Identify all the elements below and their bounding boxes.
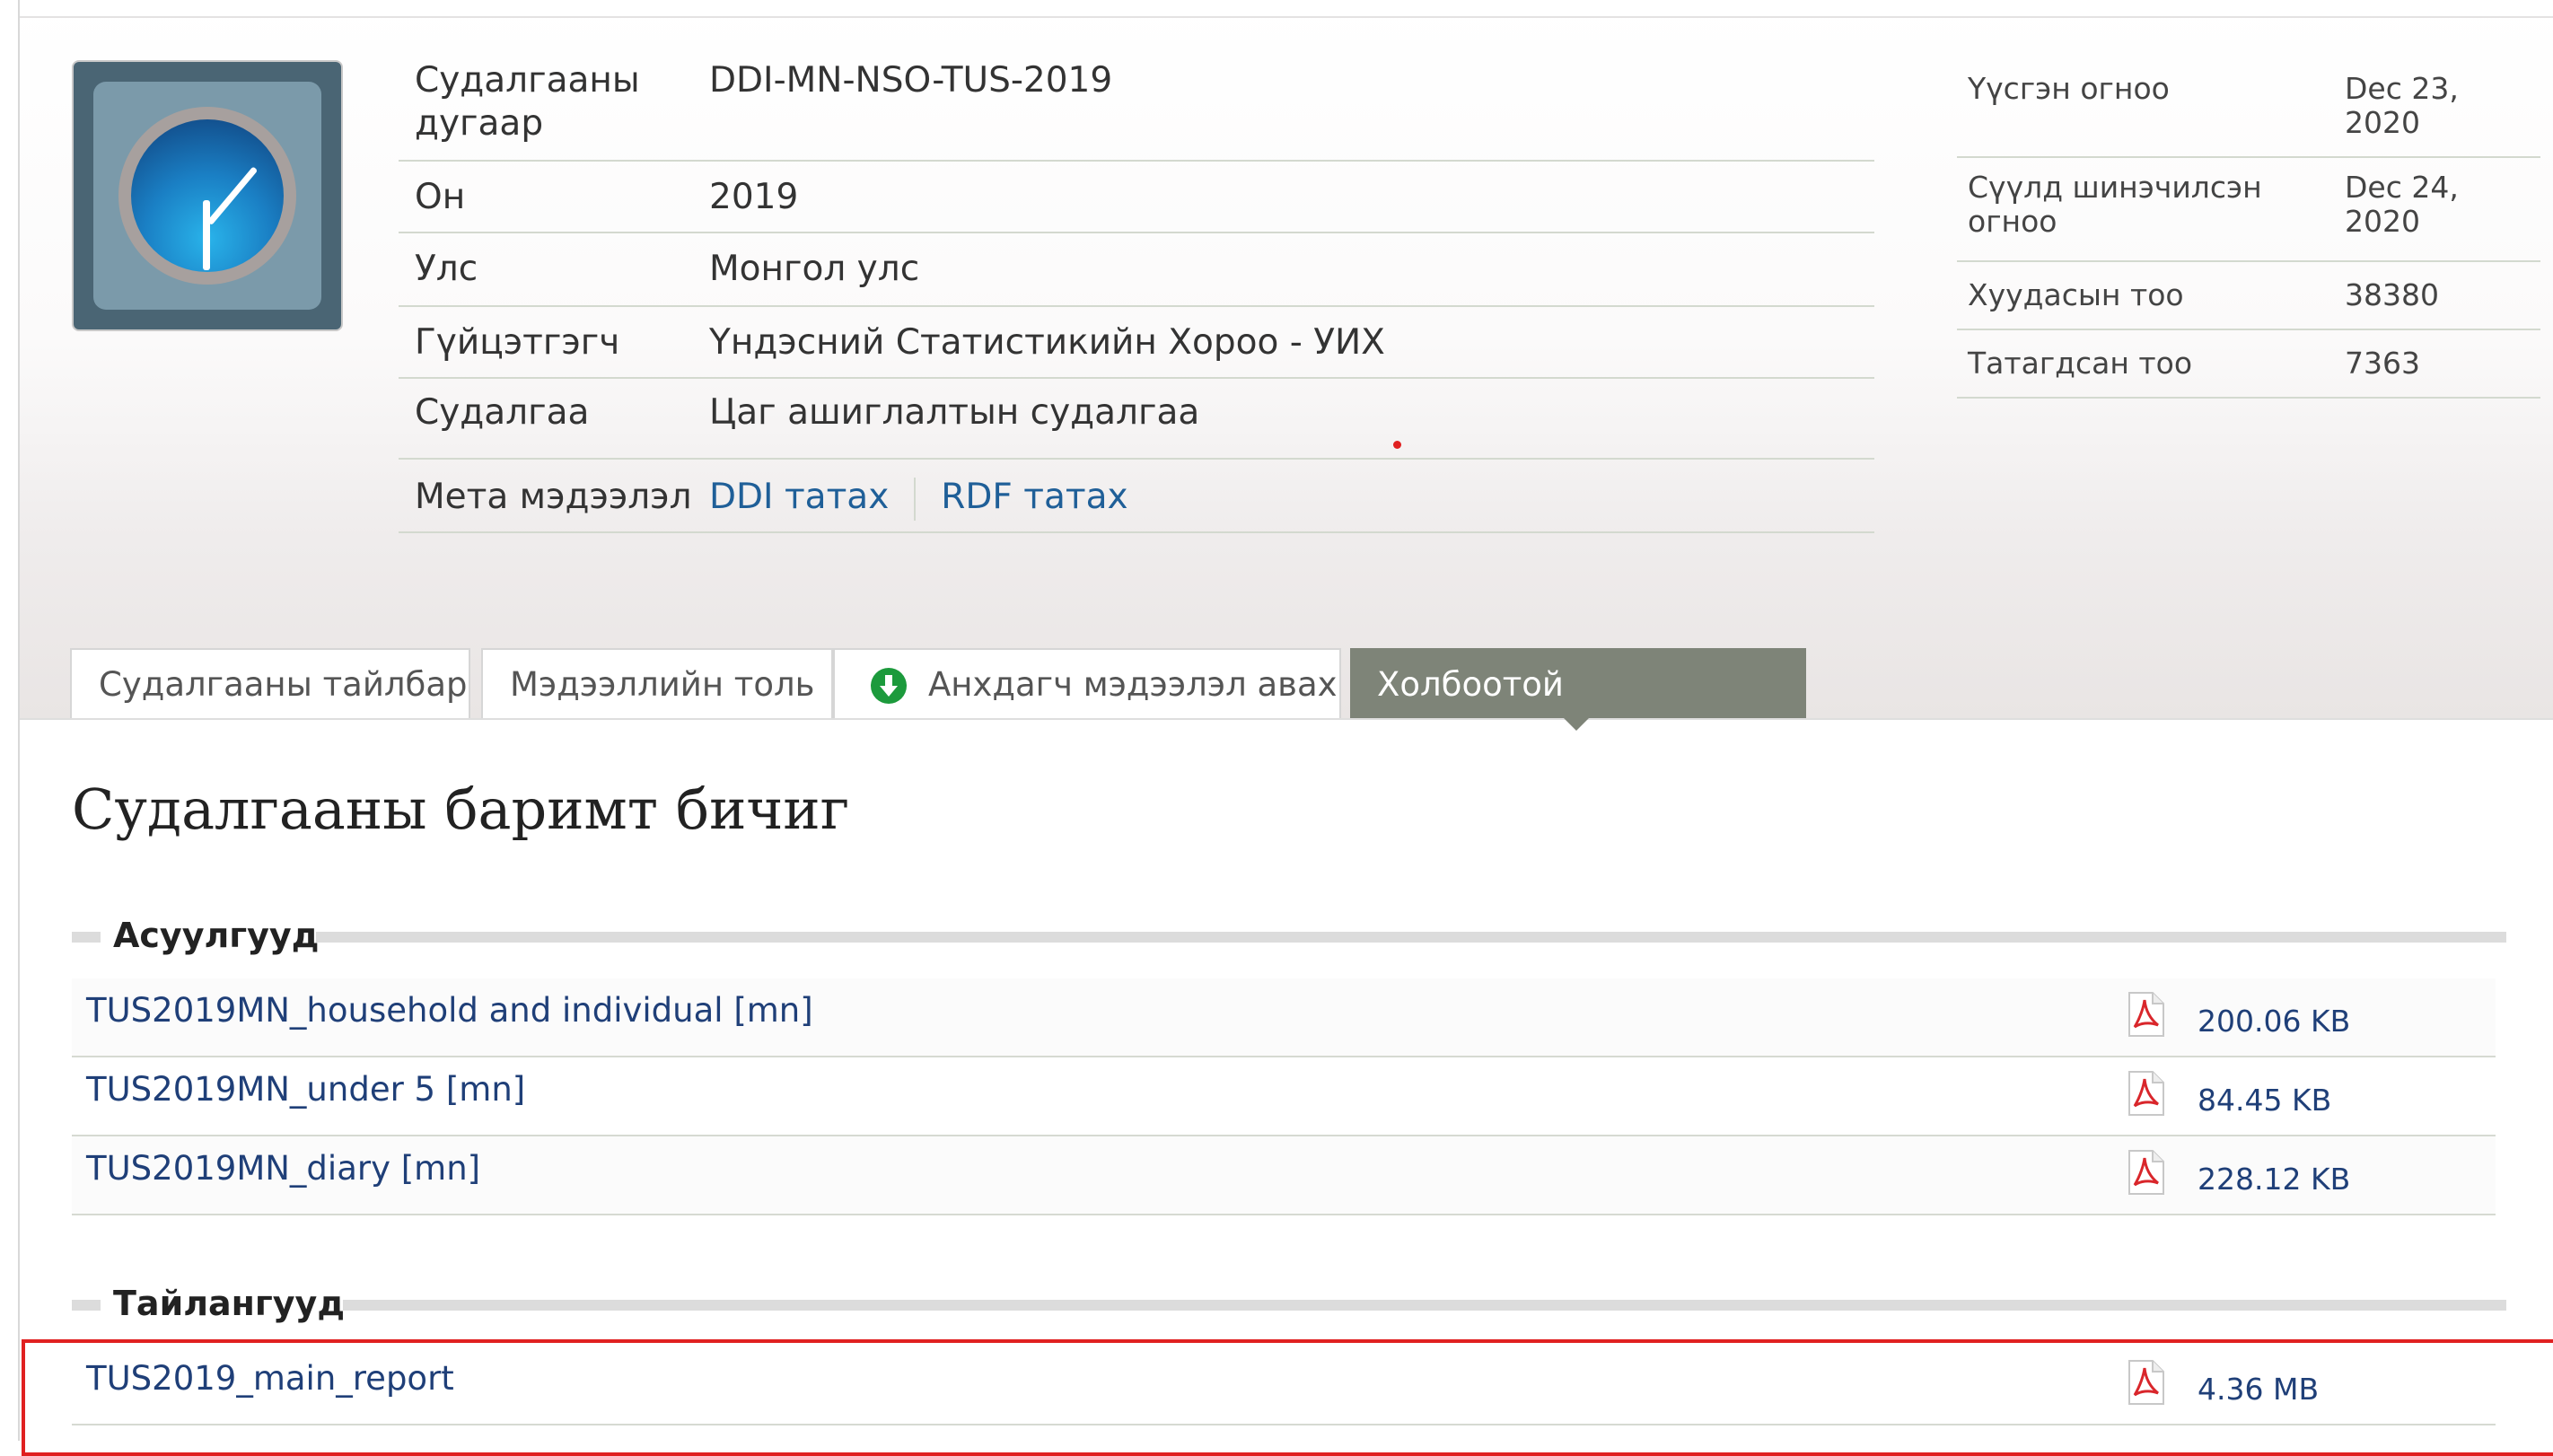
rdf-download-link[interactable]: RDF татах [941, 477, 1127, 517]
document-link[interactable]: TUS2019MN_under 5 [mn] [86, 1068, 525, 1111]
page-title: Судалгааны баримт бичиг [72, 776, 850, 842]
pdf-icon[interactable] [2124, 991, 2167, 1038]
file-size: 228.12 KB [2198, 1162, 2351, 1197]
stat-row-created: Үүсгэн огноо Dec 23, 2020 [1957, 65, 2540, 158]
document-row[interactable]: TUS2019MN_under 5 [mn] 84.45 KB [72, 1057, 2496, 1136]
survey-link[interactable]: Цаг ашиглалтын судалгаа [709, 391, 1199, 434]
study-thumbnail [72, 60, 343, 331]
meta-row-survey: Судалгаа Цаг ашиглалтын судалгаа [399, 379, 1874, 460]
ddi-download-link[interactable]: DDI татах [709, 477, 889, 517]
stat-row-updated: Сүүлд шинэчилсэн огноо Dec 24, 2020 [1957, 158, 2540, 262]
meta-label-country: Улс [415, 249, 478, 289]
stat-row-downloads: Татагдсан тоо 7363 [1957, 330, 2540, 399]
study-stats: Үүсгэн огноо Dec 23, 2020 Сүүлд шинэчилс… [1957, 65, 2540, 399]
meta-row-producer: Гүйцэтгэгч Үндэсний Статистикийн Хороо -… [399, 307, 1874, 379]
tab-label: Мэдээллийн толь [510, 665, 815, 704]
file-size: 84.45 KB [2198, 1083, 2332, 1118]
meta-row-year: Он 2019 [399, 162, 1874, 233]
stat-label-downloads: Татагдсан тоо [1968, 346, 2193, 381]
section-title: Асуулгууд [113, 916, 320, 955]
tabs-divider [20, 718, 2553, 720]
section-header-reports: Тайлангууд [72, 1284, 2522, 1323]
stat-value-views: 38380 [2345, 277, 2439, 312]
tab-related-materials[interactable]: Холбоотой материалууд [1350, 648, 1806, 774]
cursor-dot [1393, 441, 1401, 449]
meta-value-producer: Үндэсний Статистикийн Хороо - УИХ [709, 322, 1385, 363]
download-icon [871, 668, 907, 704]
meta-label-survey: Судалгаа [415, 392, 590, 433]
tab-study-description[interactable]: Судалгааны тайлбар [70, 648, 470, 720]
stat-label-updated: Сүүлд шинэчилсэн огноо [1968, 170, 2262, 239]
document-row[interactable]: TUS2019MN_household and individual [mn] … [72, 978, 2496, 1057]
study-metadata-table: Судалгааны дугаар DDI-MN-NSO-TUS-2019 Он… [399, 54, 1874, 533]
active-tab-indicator [1564, 718, 1589, 731]
tab-get-microdata[interactable]: Анхдагч мэдээлэл авах [833, 648, 1341, 720]
stat-label-views: Хуудасын тоо [1968, 277, 2184, 312]
stat-label-created: Үүсгэн огноо [1968, 71, 2170, 106]
highlight-box [22, 1339, 2553, 1456]
meta-value-year: 2019 [709, 177, 799, 217]
meta-value-country: Монгол улс [709, 249, 920, 289]
stat-row-views: Хуудасын тоо 38380 [1957, 262, 2540, 330]
section-title: Тайлангууд [113, 1284, 346, 1323]
meta-label-producer: Гүйцэтгэгч [415, 322, 620, 363]
meta-label-id: Судалгааны дугаар [415, 60, 640, 144]
tab-data-dictionary[interactable]: Мэдээллийн толь [481, 648, 833, 720]
pdf-icon[interactable] [2124, 1149, 2167, 1196]
document-link[interactable]: TUS2019MN_household and individual [mn] [86, 989, 813, 1032]
meta-row-id: Судалгааны дугаар DDI-MN-NSO-TUS-2019 [399, 54, 1874, 162]
meta-label-year: Он [415, 177, 466, 217]
meta-row-metadata: Мета мэдээлэл DDI татах RDF татах [399, 460, 1874, 533]
stat-value-created: Dec 23, 2020 [2345, 71, 2459, 140]
stat-value-downloads: 7363 [2345, 346, 2420, 381]
clock-icon [118, 107, 296, 285]
stat-value-updated: Dec 24, 2020 [2345, 170, 2459, 239]
tab-label: Судалгааны тайлбар [99, 665, 468, 704]
meta-label-metadata: Мета мэдээлэл [415, 477, 692, 517]
pdf-icon[interactable] [2124, 1070, 2167, 1117]
tab-label: Анхдагч мэдээлэл авах [928, 665, 1338, 704]
document-row[interactable]: TUS2019MN_diary [mn] 228.12 KB [72, 1136, 2496, 1215]
metadata-links: DDI татах RDF татах [709, 476, 1128, 521]
meta-value-id: DDI-MN-NSO-TUS-2019 [709, 60, 1113, 101]
link-separator [914, 477, 917, 521]
document-link[interactable]: TUS2019MN_diary [mn] [86, 1147, 480, 1190]
file-size: 200.06 KB [2198, 1004, 2351, 1039]
section-header-questionnaires: Асуулгууд [72, 916, 2522, 955]
meta-row-country: Улс Монгол улс [399, 233, 1874, 307]
